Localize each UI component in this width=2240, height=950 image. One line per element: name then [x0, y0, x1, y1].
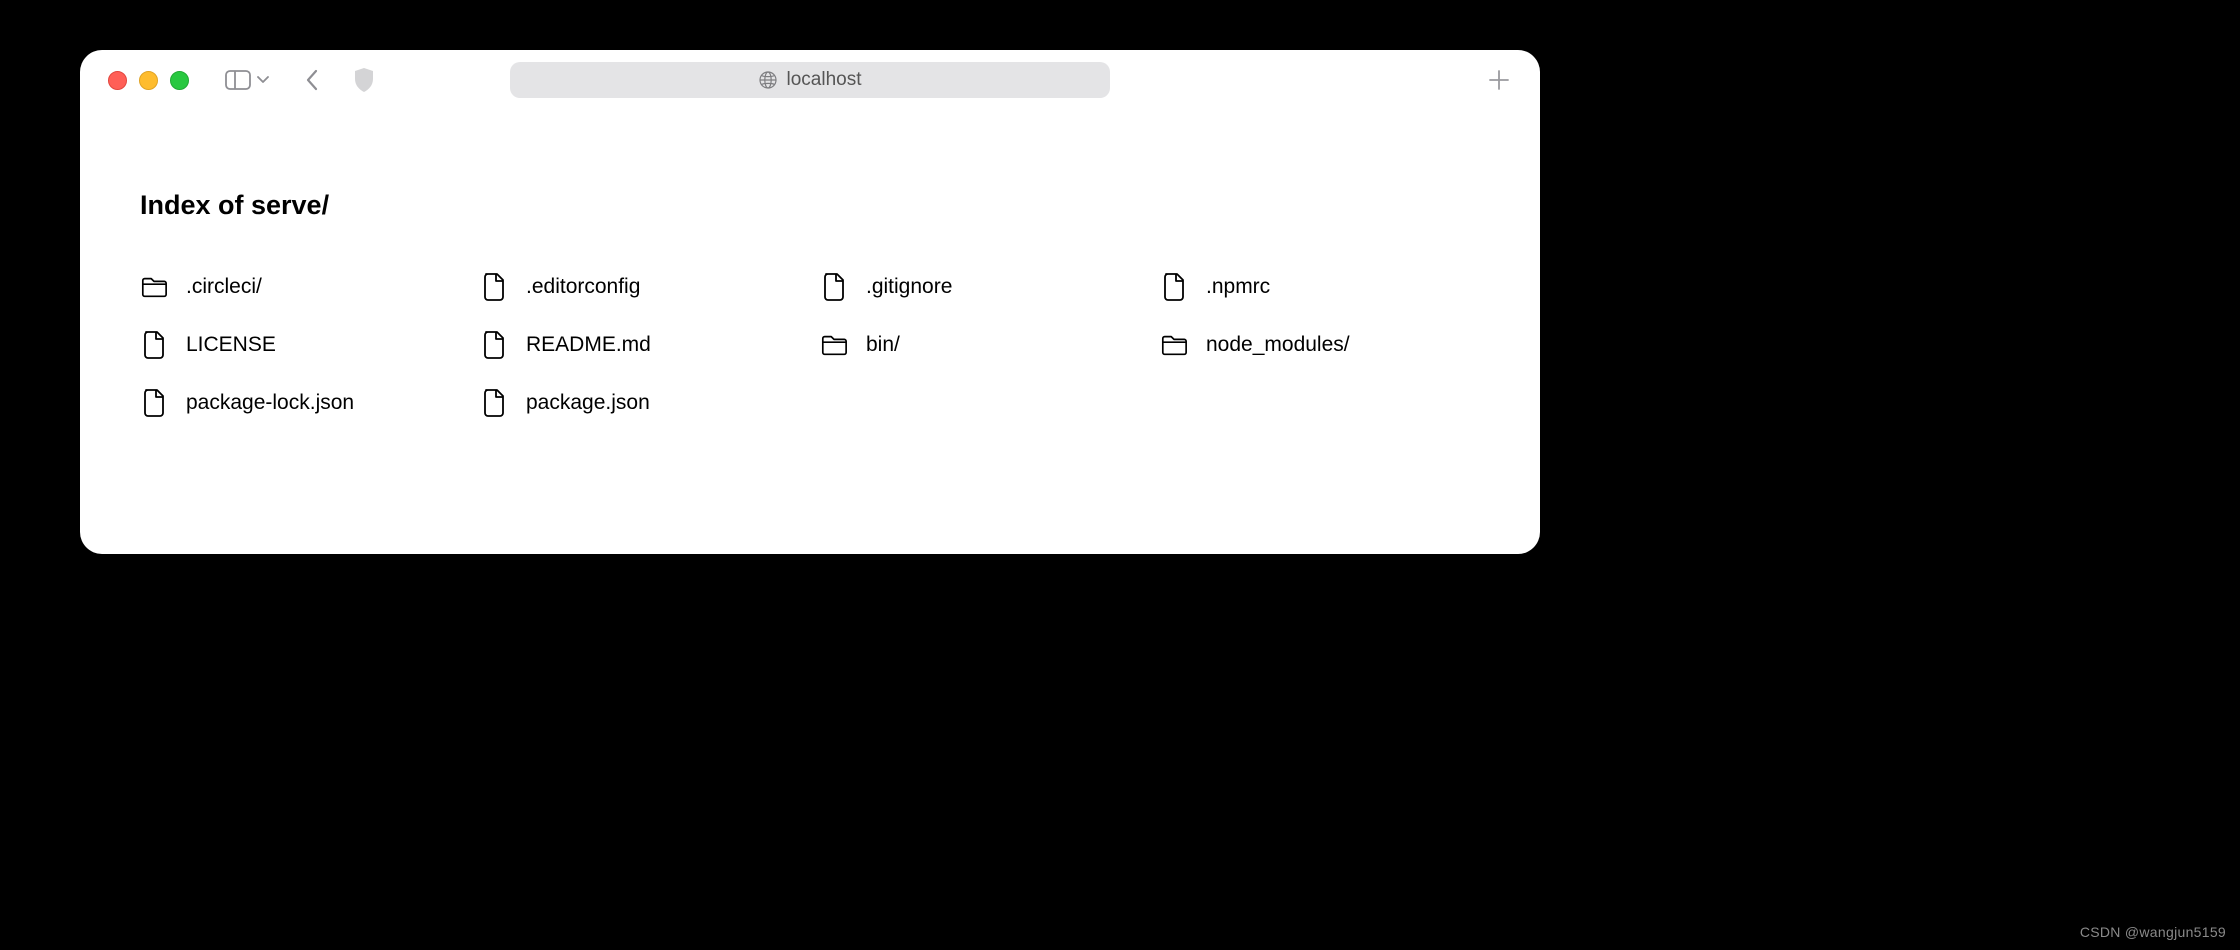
directory-entry[interactable]: LICENSE [140, 331, 460, 359]
sidebar-toggle-button[interactable] [225, 70, 269, 90]
directory-entry[interactable]: README.md [480, 331, 800, 359]
chevron-left-icon [305, 69, 319, 91]
address-bar[interactable]: localhost [510, 62, 1110, 98]
browser-toolbar: localhost [80, 50, 1540, 110]
directory-entry[interactable]: .gitignore [820, 273, 1140, 301]
folder-icon [140, 273, 168, 301]
folder-icon [820, 331, 848, 359]
directory-entry[interactable]: package-lock.json [140, 389, 460, 417]
entry-name: package-lock.json [186, 391, 354, 415]
directory-entry[interactable]: bin/ [820, 331, 1140, 359]
page-content: Index of serve/ .circleci/ .editorconfig.… [80, 110, 1540, 417]
minimize-window-button[interactable] [139, 71, 158, 90]
sidebar-icon [225, 70, 251, 90]
address-url: localhost [787, 69, 862, 91]
zoom-window-button[interactable] [170, 71, 189, 90]
shield-icon [353, 67, 375, 93]
entry-name: .gitignore [866, 275, 952, 299]
file-icon [1160, 273, 1188, 301]
directory-entry[interactable]: .editorconfig [480, 273, 800, 301]
globe-icon [759, 71, 777, 89]
file-icon [140, 331, 168, 359]
directory-entry[interactable]: package.json [480, 389, 800, 417]
directory-entry[interactable]: .circleci/ [140, 273, 460, 301]
plus-icon [1488, 69, 1510, 91]
entry-name: .npmrc [1206, 275, 1270, 299]
entry-name: node_modules/ [1206, 333, 1350, 357]
window-controls [108, 71, 189, 90]
directory-entry[interactable]: .npmrc [1160, 273, 1480, 301]
privacy-shield-button[interactable] [353, 67, 375, 93]
directory-entry[interactable]: node_modules/ [1160, 331, 1480, 359]
back-button[interactable] [305, 69, 319, 91]
file-icon [480, 273, 508, 301]
entry-name: .circleci/ [186, 275, 262, 299]
folder-icon [1160, 331, 1188, 359]
browser-window: localhost Index of serve/ .circleci/ .edi… [80, 50, 1540, 554]
entry-name: .editorconfig [526, 275, 640, 299]
watermark: CSDN @wangjun5159 [2080, 924, 2226, 940]
file-icon [480, 389, 508, 417]
chevron-down-icon [257, 76, 269, 84]
close-window-button[interactable] [108, 71, 127, 90]
entry-name: bin/ [866, 333, 900, 357]
file-icon [140, 389, 168, 417]
page-title: Index of serve/ [140, 190, 1480, 221]
file-icon [820, 273, 848, 301]
entry-name: README.md [526, 333, 651, 357]
entry-name: package.json [526, 391, 650, 415]
file-grid: .circleci/ .editorconfig .gitignore .npmrc L… [140, 273, 1480, 417]
entry-name: LICENSE [186, 333, 276, 357]
file-icon [480, 331, 508, 359]
new-tab-button[interactable] [1488, 69, 1510, 91]
